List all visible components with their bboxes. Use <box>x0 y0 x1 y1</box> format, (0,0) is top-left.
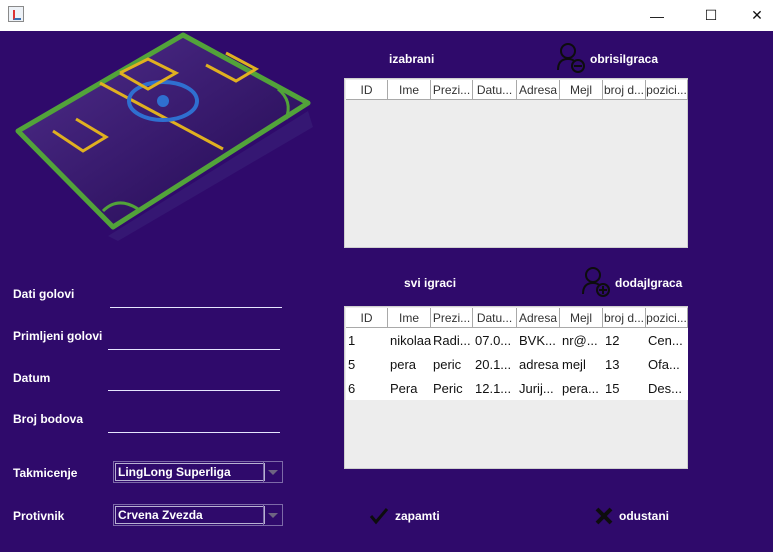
x-mark-icon <box>595 507 613 525</box>
column-header[interactable]: Mejl <box>560 80 603 100</box>
table-cell: Pera <box>390 380 418 396</box>
takmicenje-selected-value: LingLong Superliga <box>115 463 265 481</box>
column-header[interactable]: Adresa <box>517 308 560 328</box>
datum-label: Datum <box>13 371 51 385</box>
column-header[interactable]: pozici... <box>646 308 688 328</box>
table-cell: nr@... <box>562 332 598 348</box>
protivnik-label: Protivnik <box>13 509 65 523</box>
table-cell: mejl <box>562 356 586 372</box>
column-header[interactable]: Prezi... <box>431 80 473 100</box>
table-cell: Radi... <box>433 332 471 348</box>
maximize-button[interactable]: ☐ <box>688 0 734 31</box>
save-button-label: zapamti <box>395 509 440 523</box>
table-cell: 07.0... <box>475 332 512 348</box>
table-cell: pera... <box>562 380 599 396</box>
table-cell: BVK... <box>519 332 556 348</box>
column-header[interactable]: broj d... <box>603 80 646 100</box>
column-header[interactable]: Adresa <box>517 80 560 100</box>
izabrani-title: izabrani <box>389 52 435 66</box>
table-cell: pera <box>390 356 417 372</box>
table-cell: nikolaa <box>390 332 431 348</box>
table-cell: 1 <box>348 332 356 348</box>
column-header[interactable]: Mejl <box>560 308 603 328</box>
svi-igraci-title: svi igraci <box>404 276 457 290</box>
protivnik-selected-value: Crvena Zvezda <box>115 506 265 524</box>
obrisi-igraca-button[interactable]: obrisiIgraca <box>590 52 658 66</box>
svi-igraci-table-header: ID Ime Prezi... Datu... Adresa Mejl broj d... p… <box>346 308 688 328</box>
chevron-down-icon[interactable] <box>263 505 282 525</box>
save-button[interactable]: zapamti <box>369 507 440 525</box>
broj-bodova-label: Broj bodova <box>13 412 84 426</box>
table-row[interactable]: 6 Pera Peric 12.1... Jurij... pera... 15 Des... <box>346 376 688 400</box>
izabrani-table-header: ID Ime Prezi... Datu... Adresa Mejl broj d... p… <box>346 80 688 100</box>
protivnik-select[interactable]: Crvena Zvezda <box>113 504 283 526</box>
dati-golovi-label: Dati golovi <box>13 287 75 301</box>
column-header[interactable]: ID <box>346 80 388 100</box>
takmicenje-label: Takmicenje <box>13 466 78 480</box>
broj-bodova-field[interactable] <box>108 432 280 433</box>
column-header[interactable]: Ime <box>388 308 431 328</box>
column-header[interactable]: pozici... <box>646 80 688 100</box>
java-app-icon <box>8 6 24 22</box>
column-header[interactable]: Prezi... <box>431 308 473 328</box>
table-cell: 13 <box>605 356 620 372</box>
checkmark-icon <box>369 508 389 525</box>
table-cell: peric <box>433 356 462 372</box>
table-cell: Ofa... <box>648 356 680 372</box>
primljeni-golovi-label: Primljeni golovi <box>13 329 103 343</box>
table-cell: 12.1... <box>475 380 512 396</box>
column-header[interactable]: ID <box>346 308 388 328</box>
table-cell: Des... <box>648 380 682 396</box>
column-header[interactable]: Ime <box>388 80 431 100</box>
table-cell: Peric <box>433 380 463 396</box>
table-cell: 20.1... <box>475 356 512 372</box>
table-row[interactable]: 5 pera peric 20.1... adresa mejl 13 Ofa... <box>346 352 688 376</box>
table-cell: 15 <box>605 380 620 396</box>
table-cell: Jurij... <box>519 380 554 396</box>
cancel-button-label: odustani <box>619 509 669 523</box>
window-title-bar: — ☐ ✕ <box>0 0 773 31</box>
table-cell: Cen... <box>648 332 683 348</box>
svi-igraci-table[interactable]: ID Ime Prezi... Datu... Adresa Mejl broj d... p… <box>344 306 688 469</box>
cancel-button[interactable]: odustani <box>595 507 669 525</box>
table-cell: 12 <box>605 332 620 348</box>
main-panel: Dati golovi Primljeni golovi Datum Broj … <box>0 31 773 552</box>
table-cell: adresa <box>519 356 559 372</box>
svi-igraci-table-body[interactable]: 1 nikolaa Radi... 07.0... BVK... nr@... 12 Cen.… <box>346 328 688 400</box>
datum-field[interactable] <box>108 390 280 391</box>
chevron-down-icon[interactable] <box>263 462 282 482</box>
table-cell: 6 <box>348 380 356 396</box>
add-user-icon[interactable] <box>581 266 611 298</box>
column-header[interactable]: Datu... <box>473 308 517 328</box>
remove-user-icon[interactable] <box>556 42 586 74</box>
dati-golovi-field[interactable] <box>110 307 282 308</box>
table-row[interactable]: 1 nikolaa Radi... 07.0... BVK... nr@... 12 Cen.… <box>346 328 688 352</box>
izabrani-table[interactable]: ID Ime Prezi... Datu... Adresa Mejl broj d... p… <box>344 78 688 248</box>
dodaj-igraca-button[interactable]: dodajIgraca <box>615 276 682 290</box>
takmicenje-select[interactable]: LingLong Superliga <box>113 461 283 483</box>
column-header[interactable]: Datu... <box>473 80 517 100</box>
column-header[interactable]: broj d... <box>603 308 646 328</box>
close-button[interactable]: ✕ <box>734 0 773 31</box>
minimize-button[interactable]: — <box>634 0 680 31</box>
football-field-image <box>15 32 313 241</box>
primljeni-golovi-field[interactable] <box>108 349 280 350</box>
table-cell: 5 <box>348 356 356 372</box>
